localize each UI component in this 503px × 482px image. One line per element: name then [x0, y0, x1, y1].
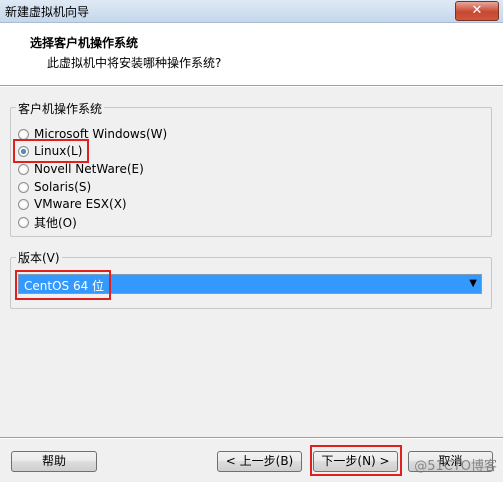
radio-label: Novell NetWare(E)	[34, 162, 144, 176]
radio-label: 其他(O)	[34, 215, 77, 230]
page-subtitle: 此虚拟机中将安装哪种操作系统?	[47, 56, 222, 70]
radio-solaris[interactable]: Solaris(S)	[18, 179, 91, 195]
help-button[interactable]: 帮助	[11, 451, 97, 472]
highlight-next	[310, 445, 402, 476]
chevron-down-icon[interactable]: ▼	[469, 278, 477, 289]
highlight-version	[15, 270, 111, 300]
watermark: @51CTO博客	[414, 459, 497, 474]
window-title: 新建虚拟机向导	[5, 5, 90, 19]
version-group-label: 版本(V)	[16, 249, 62, 266]
radio-label: VMware ESX(X)	[34, 197, 127, 211]
radio-vmware-esx[interactable]: VMware ESX(X)	[18, 196, 127, 212]
highlight-linux	[13, 139, 89, 163]
radio-label: Solaris(S)	[34, 180, 92, 194]
divider	[0, 438, 503, 439]
page-title: 选择客户机操作系统	[30, 36, 139, 50]
back-button[interactable]: < 上一步(B)	[217, 451, 302, 472]
close-button[interactable]: ✕	[455, 1, 499, 21]
divider	[0, 86, 503, 87]
guest-os-group-label: 客户机操作系统	[16, 100, 105, 117]
radio-button[interactable]	[18, 163, 29, 175]
radio-button[interactable]	[18, 216, 29, 228]
radio-netware[interactable]: Novell NetWare(E)	[18, 161, 144, 177]
radio-button[interactable]	[18, 181, 29, 193]
radio-other[interactable]: 其他(O)	[18, 214, 77, 230]
radio-button[interactable]	[18, 198, 29, 210]
radio-button[interactable]	[18, 128, 29, 140]
wizard-header: 选择客户机操作系统 此虚拟机中将安装哪种操作系统?	[0, 23, 503, 86]
title-bar: 新建虚拟机向导 ✕	[0, 0, 503, 23]
